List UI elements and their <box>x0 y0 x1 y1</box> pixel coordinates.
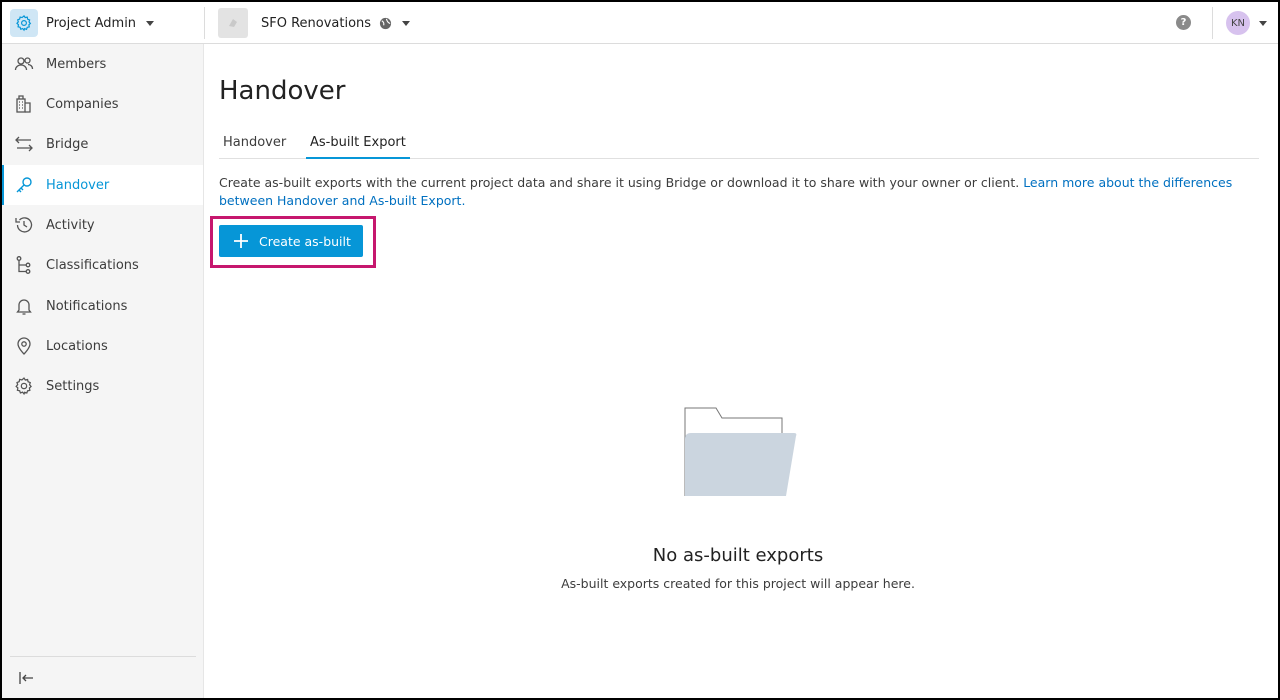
empty-folder-icon <box>682 406 802 498</box>
sidebar-item-handover[interactable]: Handover <box>2 165 203 205</box>
location-pin-icon <box>14 336 34 356</box>
chevron-down-icon <box>1259 20 1267 26</box>
main-content: Handover Handover As-built Export Create… <box>204 44 1278 698</box>
page-title: Handover <box>219 76 346 106</box>
help-icon[interactable]: ? <box>1176 15 1191 30</box>
project-thumbnail <box>218 8 248 38</box>
app-name: Project Admin <box>46 15 137 31</box>
gear-icon <box>14 376 34 396</box>
app-switcher[interactable]: Project Admin <box>2 2 204 44</box>
sidebar-item-label: Notifications <box>46 298 128 314</box>
project-name: SFO Renovations <box>261 15 372 31</box>
sidebar-item-label: Bridge <box>46 136 89 152</box>
user-menu[interactable]: KN <box>1226 10 1267 36</box>
sidebar: Members Companies Bridge Handover Activi… <box>2 44 204 698</box>
sidebar-item-label: Companies <box>46 96 119 112</box>
tab-handover[interactable]: Handover <box>219 131 290 159</box>
sidebar-item-settings[interactable]: Settings <box>2 366 203 406</box>
sidebar-item-label: Handover <box>46 177 110 193</box>
members-icon <box>14 54 34 74</box>
avatar: KN <box>1226 11 1250 35</box>
create-button-label: Create as-built <box>259 233 351 249</box>
description: Create as-built exports with the current… <box>219 174 1264 210</box>
chevron-down-icon <box>402 20 411 26</box>
tab-bar: Handover As-built Export <box>219 131 1259 159</box>
sidebar-item-companies[interactable]: Companies <box>2 84 203 124</box>
history-icon <box>14 215 34 235</box>
key-icon <box>14 175 34 195</box>
sidebar-item-label: Activity <box>46 217 95 233</box>
gear-icon <box>10 9 38 37</box>
header-divider <box>204 7 205 39</box>
hierarchy-icon <box>14 255 34 275</box>
bridge-icon <box>14 134 34 154</box>
collapse-left-icon[interactable] <box>14 666 38 690</box>
sidebar-item-label: Settings <box>46 378 100 394</box>
description-text: Create as-built exports with the current… <box>219 175 1024 190</box>
empty-state-title: No as-built exports <box>652 545 824 566</box>
empty-state-subtitle: As-built exports created for this projec… <box>561 576 915 591</box>
sidebar-item-members[interactable]: Members <box>2 44 203 84</box>
chevron-down-icon <box>146 20 155 26</box>
plus-icon <box>233 233 249 249</box>
companies-icon <box>14 94 34 114</box>
sidebar-item-notifications[interactable]: Notifications <box>2 286 203 326</box>
sidebar-item-classifications[interactable]: Classifications <box>2 245 203 285</box>
bell-icon <box>14 296 34 316</box>
globe-icon <box>379 17 392 30</box>
sidebar-item-label: Members <box>46 56 107 72</box>
sidebar-item-activity[interactable]: Activity <box>2 205 203 245</box>
sidebar-divider <box>10 656 196 657</box>
sidebar-item-label: Locations <box>46 338 108 354</box>
top-header: Project Admin SFO Renovations ? KN <box>2 2 1278 44</box>
header-divider <box>1212 7 1213 39</box>
sidebar-item-label: Classifications <box>46 257 139 273</box>
sidebar-item-locations[interactable]: Locations <box>2 326 203 366</box>
create-as-built-button[interactable]: Create as-built <box>219 225 363 257</box>
tab-as-built-export[interactable]: As-built Export <box>306 131 410 159</box>
sidebar-item-bridge[interactable]: Bridge <box>2 124 203 164</box>
project-switcher[interactable]: SFO Renovations <box>218 2 411 44</box>
